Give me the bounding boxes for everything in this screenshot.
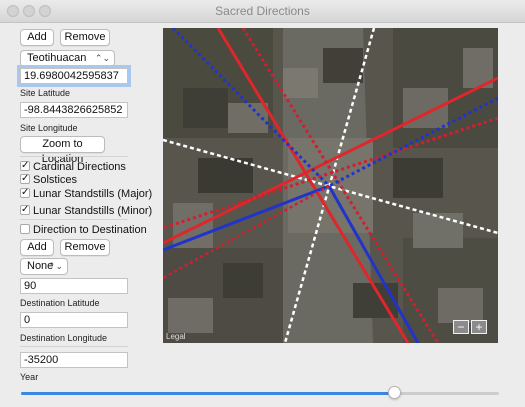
checkbox-label: Direction to Destination xyxy=(33,224,147,236)
destination-latitude-label: Destination Latitude xyxy=(20,298,100,308)
checkbox-checked-icon xyxy=(20,159,30,173)
year-slider-track[interactable] xyxy=(21,392,499,395)
cardinal-directions-checkbox[interactable]: Cardinal Directions xyxy=(20,159,126,174)
site-select[interactable]: Teotihuacan ⌃⌄ xyxy=(20,50,115,67)
lunar-minor-line xyxy=(241,28,440,343)
destination-latitude-field[interactable]: 90 xyxy=(20,278,128,294)
destination-select[interactable]: None ⌃⌄ xyxy=(20,258,68,275)
checkbox-checked-icon xyxy=(20,203,30,217)
year-label: Year xyxy=(20,372,39,382)
checkbox-label: Cardinal Directions xyxy=(33,161,126,173)
destination-longitude-label: Destination Longitude xyxy=(20,333,108,343)
add-site-button[interactable]: Add xyxy=(20,29,54,46)
up-down-chevron-icon: ⌃⌄ xyxy=(47,261,63,271)
checkbox-checked-icon xyxy=(20,172,30,186)
lunar-major-line xyxy=(163,184,330,252)
zoom-in-button[interactable]: + xyxy=(471,320,487,334)
year-slider-thumb[interactable] xyxy=(387,386,401,399)
remove-site-button[interactable]: Remove xyxy=(60,29,110,46)
checkbox-unchecked-icon xyxy=(20,224,30,234)
site-longitude-field[interactable]: -98.8443826625852 xyxy=(20,102,128,118)
zoom-to-location-button[interactable]: Zoom to Location xyxy=(20,136,105,165)
site-latitude-label: Site Latitude xyxy=(20,88,71,98)
separator xyxy=(20,156,128,157)
year-slider-fill xyxy=(21,392,394,395)
lunar-minor-checkbox[interactable]: Lunar Standstills (Minor) xyxy=(20,203,153,218)
direction-to-destination-checkbox[interactable]: Direction to Destination xyxy=(20,223,147,237)
year-field[interactable]: -35200 xyxy=(20,352,128,368)
up-down-chevron-icon: ⌃⌄ xyxy=(94,53,110,63)
remove-destination-button[interactable]: Remove xyxy=(60,239,110,256)
checkbox-checked-icon xyxy=(20,186,30,200)
site-latitude-field[interactable]: 19.6980042595837 xyxy=(17,65,131,87)
site-longitude-label: Site Longitude xyxy=(20,123,78,133)
lunar-dashed-line xyxy=(328,96,498,188)
direction-overlay xyxy=(163,28,498,343)
destination-longitude-field[interactable]: 0 xyxy=(20,312,128,328)
site-select-value: Teotihuacan xyxy=(27,52,87,64)
zoom-out-button[interactable]: − xyxy=(453,320,469,334)
title-bar: Sacred Directions xyxy=(0,0,525,23)
lunar-dashed-line xyxy=(171,28,331,188)
lunar-major-checkbox[interactable]: Lunar Standstills (Major) xyxy=(20,186,153,201)
app-window: Sacred Directions Add Remove Teotihuacan… xyxy=(0,0,525,407)
checkbox-label: Solstices xyxy=(33,174,78,186)
solstice-line xyxy=(216,28,410,343)
solstices-checkbox[interactable]: Solstices xyxy=(20,172,78,187)
lunar-minor-line xyxy=(163,116,498,230)
separator xyxy=(20,346,128,347)
checkbox-label: Lunar Standstills (Major) xyxy=(33,188,153,200)
map-legal-link[interactable]: Legal xyxy=(166,332,186,341)
window-title: Sacred Directions xyxy=(215,4,310,18)
satellite-map[interactable]: Legal − + xyxy=(163,28,498,343)
lunar-major-line xyxy=(327,185,420,343)
add-destination-button[interactable]: Add xyxy=(20,239,54,256)
separator xyxy=(20,219,128,220)
checkbox-label: Lunar Standstills (Minor) xyxy=(33,205,153,217)
